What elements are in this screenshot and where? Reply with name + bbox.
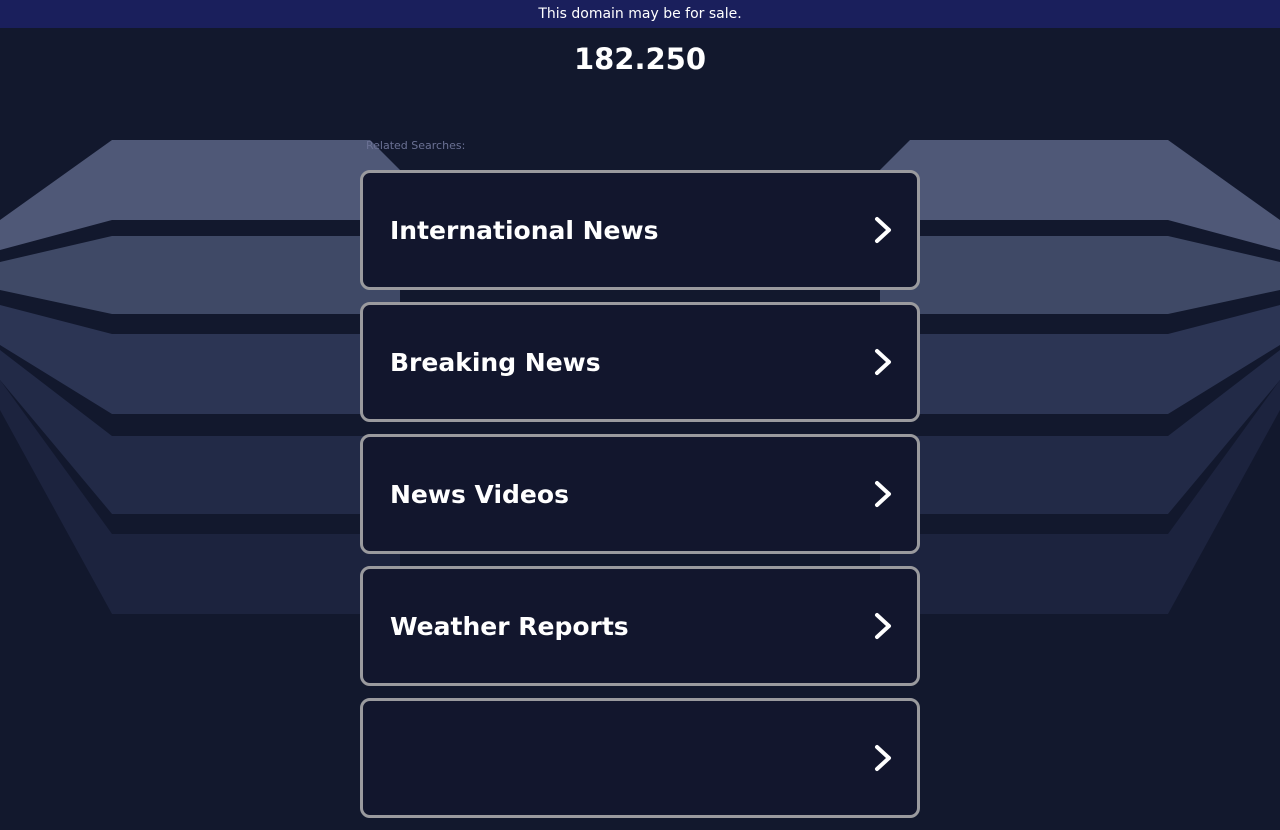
related-link-news-videos[interactable]: News Videos bbox=[360, 434, 920, 554]
related-link-international-news[interactable]: International News bbox=[360, 170, 920, 290]
related-link-weather-reports[interactable]: Weather Reports bbox=[360, 566, 920, 686]
chevron-right-icon[interactable] bbox=[871, 743, 895, 773]
banner-text[interactable]: This domain may be for sale. bbox=[538, 6, 741, 22]
related-link-label[interactable]: News Videos bbox=[390, 480, 569, 509]
related-link-label[interactable]: International News bbox=[390, 216, 659, 245]
chevron-right-icon[interactable] bbox=[871, 479, 895, 509]
related-link-partial[interactable] bbox=[360, 698, 920, 818]
related-links-list: International News Breaking News News Vi… bbox=[360, 170, 920, 830]
chevron-right-icon[interactable] bbox=[871, 215, 895, 245]
related-searches-label: Related Searches: bbox=[366, 139, 466, 152]
related-link-label[interactable]: Weather Reports bbox=[390, 612, 629, 641]
chevron-right-icon[interactable] bbox=[871, 611, 895, 641]
for-sale-banner[interactable]: This domain may be for sale. bbox=[0, 0, 1280, 28]
related-link-label[interactable]: Breaking News bbox=[390, 348, 601, 377]
related-link-breaking-news[interactable]: Breaking News bbox=[360, 302, 920, 422]
chevron-right-icon[interactable] bbox=[871, 347, 895, 377]
domain-title: 182.250 bbox=[573, 42, 707, 76]
